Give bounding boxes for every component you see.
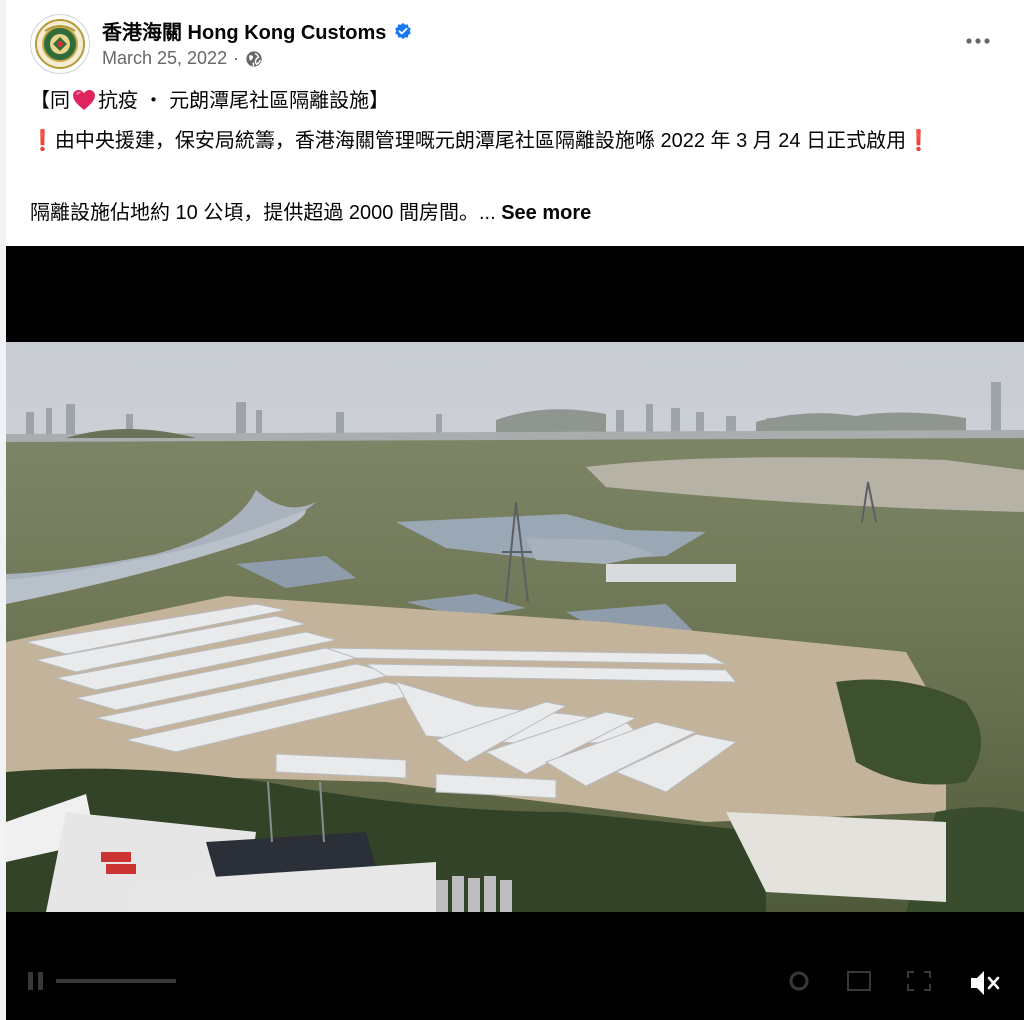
page-avatar[interactable]: [30, 14, 90, 74]
exclamation-end-icon: ❗: [906, 130, 932, 152]
caption-line-2: ❗由中央援建，保安局統籌，香港海關管理嘅元朗潭尾社區隔離設施喺 2022 年 3…: [30, 126, 1010, 157]
video-player[interactable]: [6, 246, 1024, 1020]
caption-line-1-rest: 抗疫 ・ 元朗潭尾社區隔離設施】: [98, 90, 390, 112]
video-frame: [6, 342, 1024, 912]
see-more-link[interactable]: See more: [501, 202, 591, 224]
customs-logo-icon: [35, 19, 85, 69]
red-heart-icon: [73, 90, 95, 110]
speaker-muted-icon[interactable]: [968, 968, 1002, 998]
meta-separator: ·: [233, 48, 240, 68]
more-options-button[interactable]: [960, 28, 996, 54]
page-name-row: 香港海關 Hong Kong Customs: [102, 16, 412, 45]
post-header: 香港海關 Hong Kong Customs March 25, 2022 ·: [6, 0, 1024, 84]
verified-badge-icon: [395, 22, 412, 39]
progress-bar[interactable]: [56, 974, 176, 988]
exclamation-icon: ❗: [30, 130, 55, 152]
caption-line-3: 隔離設施佔地約 10 公頃，提供超過 2000 間房間。... See more: [30, 198, 1010, 229]
page-name-link[interactable]: 香港海關 Hong Kong Customs: [102, 16, 386, 45]
pause-icon[interactable]: [26, 970, 46, 992]
caption-line-3-text: 隔離設施佔地約 10 公頃，提供超過 2000 間房間。...: [30, 202, 496, 224]
settings-icon[interactable]: [786, 970, 812, 992]
video-controls: [6, 956, 1024, 1006]
pip-icon[interactable]: [846, 970, 872, 992]
fullscreen-icon[interactable]: [906, 970, 932, 992]
more-options-icon: [966, 38, 990, 44]
post-card: 香港海關 Hong Kong Customs March 25, 2022 ·: [6, 0, 1024, 1020]
caption-line-2-text: 由中央援建，保安局統籌，香港海關管理嘅元朗潭尾社區隔離設施喺 2022 年 3 …: [54, 130, 907, 152]
post-meta: March 25, 2022 ·: [102, 48, 263, 69]
globe-icon: [246, 50, 262, 67]
caption-line-1: 【同 抗疫 ・ 元朗潭尾社區隔離設施】: [30, 86, 1010, 117]
caption-line-1-open: 【同: [30, 90, 70, 112]
post-date[interactable]: March 25, 2022: [102, 48, 227, 69]
